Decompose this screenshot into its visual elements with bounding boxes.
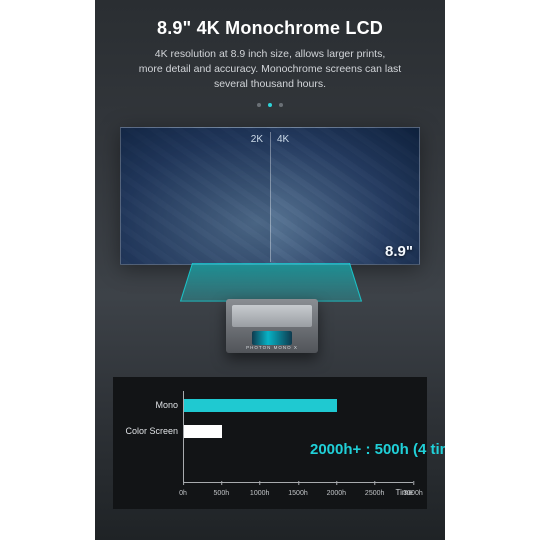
x-tick: 1000h <box>250 490 269 497</box>
lowres-half <box>121 128 270 264</box>
bar-mono-label: Mono <box>155 400 184 410</box>
x-tick: 1500h <box>288 490 307 497</box>
desc-line: several thousand hours. <box>115 77 425 92</box>
lifetime-chart: Mono Color Screen 2000h+ : 500h (4 times… <box>113 377 427 509</box>
x-ticks: 0h500h1000h1500h2000h2500h3000h <box>183 485 413 497</box>
header: 8.9" 4K Monochrome LCD 4K resolution at … <box>95 0 445 113</box>
x-tick: 0h <box>179 490 187 497</box>
hero-graphic: 2K 4K 8.9" PHOTON MONO X <box>120 127 420 357</box>
x-tick: 2000h <box>327 490 346 497</box>
desc-line: more detail and accuracy. Monochrome scr… <box>115 62 425 77</box>
bar-mono <box>184 399 337 412</box>
lcd-screen: 2K 4K 8.9" <box>120 127 420 265</box>
page-title: 8.9" 4K Monochrome LCD <box>115 18 425 39</box>
x-axis-label: Time <box>396 488 413 497</box>
printer-body: PHOTON MONO X <box>226 299 318 353</box>
bar-color-row: Color Screen <box>184 425 222 438</box>
resolution-divider <box>270 132 271 262</box>
bar-color-label: Color Screen <box>125 426 184 436</box>
bar-mono-row: Mono <box>184 399 337 412</box>
printer-display <box>252 331 292 345</box>
screen-size-badge: 8.9" <box>385 243 413 260</box>
res-4k-label: 4K <box>277 134 289 145</box>
x-tick: 500h <box>214 490 230 497</box>
carousel-dot[interactable] <box>257 103 261 107</box>
build-plate <box>180 263 362 302</box>
description: 4K resolution at 8.9 inch size, allows l… <box>115 47 425 93</box>
bar-color <box>184 425 222 438</box>
bar-area: Mono Color Screen 2000h+ : 500h (4 times… <box>184 395 413 482</box>
carousel-dot[interactable] <box>279 103 283 107</box>
carousel-dot-active[interactable] <box>268 103 272 107</box>
carousel-dots[interactable] <box>115 103 425 107</box>
printer-model-label: PHOTON MONO X <box>226 345 318 350</box>
resolution-labels: 2K 4K <box>251 134 289 145</box>
product-card: 8.9" 4K Monochrome LCD 4K resolution at … <box>95 0 445 540</box>
x-tick: 2500h <box>365 490 384 497</box>
res-2k-label: 2K <box>251 134 263 145</box>
chart-annotation: 2000h+ : 500h (4 times) <box>310 441 445 458</box>
desc-line: 4K resolution at 8.9 inch size, allows l… <box>115 47 425 62</box>
